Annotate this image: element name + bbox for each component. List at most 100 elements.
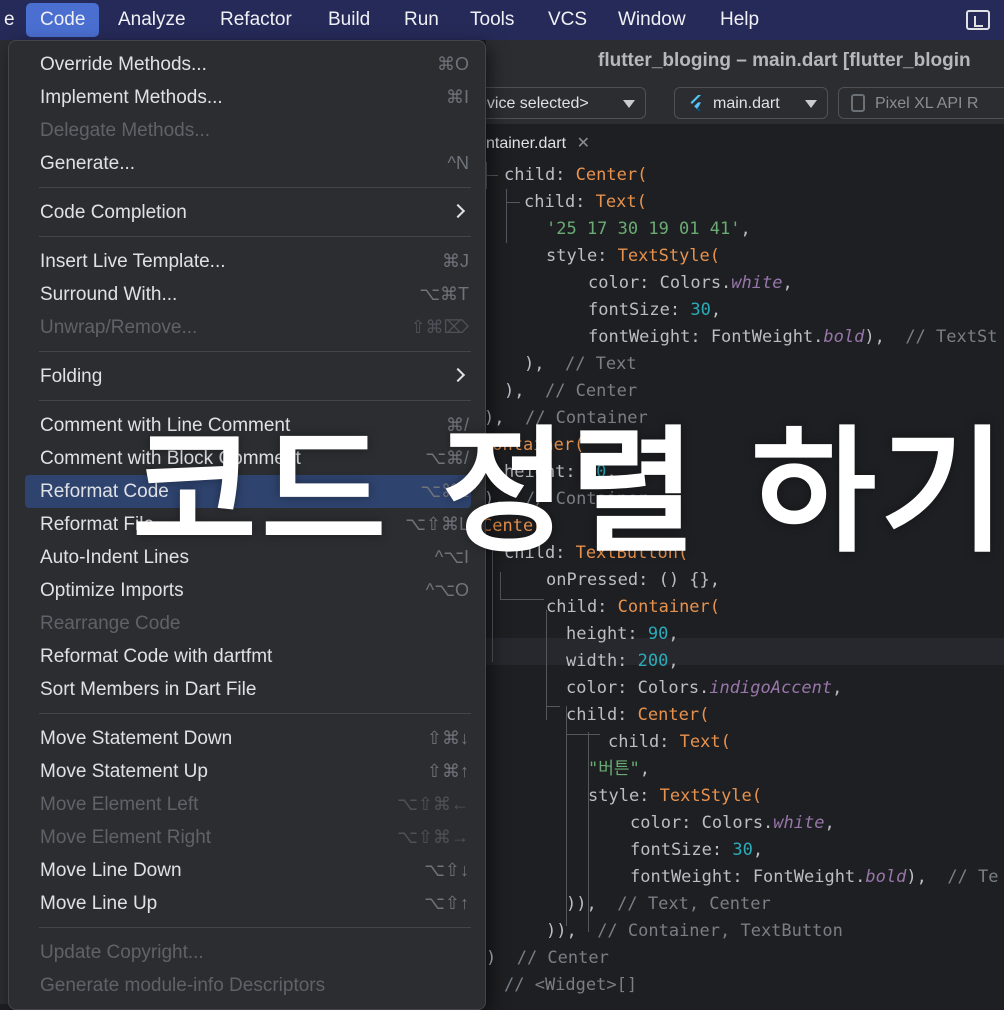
code-token: Container( — [617, 597, 721, 617]
menu-item-generate[interactable]: Generate... ^N — [25, 147, 471, 180]
code-line: // Column — [486, 999, 576, 1004]
menu-item-update-copyright: Update Copyright... — [25, 936, 471, 969]
code-line: style: TextStyle( — [588, 783, 762, 810]
menu-item-shortcut: ⌥⇧⌘← — [397, 794, 469, 814]
menubar-item-help[interactable]: Help — [706, 0, 773, 40]
code-token: // Center — [516, 948, 609, 968]
menubar-item-refactor[interactable]: Refactor — [206, 0, 306, 40]
ide-window-title: flutter_bloging – main.dart [flutter_blo… — [486, 40, 1004, 82]
menu-item-rearrange-code: Rearrange Code — [25, 607, 471, 640]
menu-item-implement-methods[interactable]: Implement Methods... ⌘I — [25, 81, 471, 114]
code-line: )), // Container, TextButton — [546, 918, 843, 945]
menu-item-reformat-code-with-dartfmt[interactable]: Reformat Code with dartfmt — [25, 640, 471, 673]
code-token: child: — [608, 732, 680, 752]
code-token: TextStyle( — [659, 786, 763, 806]
code-token: , — [824, 813, 835, 833]
menu-item-label: Reformat Code with dartfmt — [40, 646, 273, 667]
menu-item-label: Rearrange Code — [40, 613, 181, 634]
menu-item-move-statement-up[interactable]: Move Statement Up ⇧⌘↑ — [25, 755, 471, 788]
run-config-selector[interactable]: main.dart — [674, 87, 828, 119]
emulator-selector[interactable]: Pixel XL API R — [838, 87, 1004, 119]
code-token: )), — [546, 921, 598, 941]
code-token: , — [639, 759, 650, 779]
code-token: TextStyle( — [617, 246, 721, 266]
menu-item-shortcut: ⇧⌘⌦ — [410, 317, 469, 337]
code-token: child: — [566, 705, 638, 725]
code-token: , — [832, 678, 843, 698]
code-token: 30 — [732, 840, 753, 860]
code-editor[interactable]: child: Center(child: Text('25 17 30 19 0… — [486, 162, 1004, 1004]
code-line: fontWeight: FontWeight.bold), // Te — [630, 864, 999, 891]
menubar-item-window[interactable]: Window — [604, 0, 700, 40]
overlay-title: 코드 정렬 하기 — [132, 414, 1004, 572]
code-token: // Center — [544, 381, 638, 401]
menu-item-shortcut: ⌘I — [445, 87, 469, 107]
menu-item-insert-live-template[interactable]: Insert Live Template... ⌘J — [25, 245, 471, 278]
code-token: color: Colors. — [588, 273, 732, 293]
menu-separator — [39, 187, 471, 188]
menubar-item-tools[interactable]: Tools — [456, 0, 528, 40]
code-line: color: Colors.white, — [588, 270, 793, 297]
code-token: ) — [486, 948, 517, 968]
code-token: Text( — [679, 732, 731, 752]
code-line: ), // Center — [504, 378, 637, 405]
code-token: , — [710, 300, 722, 320]
code-line: // <Widget>[] — [504, 972, 637, 999]
menu-item-shortcut: ⌥⇧↑ — [424, 893, 469, 913]
menubar-item-code[interactable]: Code — [26, 3, 100, 37]
menu-item-shortcut: ⇧⌘↑ — [426, 761, 469, 781]
macos-menubar: e Code Analyze Refactor Build Run Tools VCS Wind… — [0, 0, 1004, 40]
menubar-item-e[interactable]: e — [0, 0, 29, 40]
menubar-item-vcs[interactable]: VCS — [534, 0, 601, 40]
ide-toolbar: evice selected> main.dart Pixel XL API R — [476, 82, 1004, 125]
menu-item-code-completion[interactable]: Code Completion — [25, 196, 471, 229]
code-line: )), // Text, Center — [566, 891, 771, 918]
menu-item-folding[interactable]: Folding — [25, 360, 471, 393]
menubar-item-analyze[interactable]: Analyze — [104, 0, 200, 40]
menu-item-sort-members-in-dart-file[interactable]: Sort Members in Dart File — [25, 673, 471, 706]
indent-guide — [566, 706, 567, 926]
menubar-item-run[interactable]: Run — [390, 0, 453, 40]
menu-item-unwrap-remove: Unwrap/Remove... ⇧⌘⌦ — [25, 311, 471, 344]
code-token: , — [740, 219, 751, 239]
menu-item-move-statement-down[interactable]: Move Statement Down ⇧⌘↓ — [25, 722, 471, 755]
device-selector-label: evice selected> — [478, 95, 589, 112]
code-token: // TextSt — [905, 327, 998, 347]
code-token: )), — [566, 894, 618, 914]
indent-guide — [588, 732, 589, 932]
chevron-down-icon — [805, 100, 817, 108]
menu-separator — [39, 927, 471, 928]
code-token: fontWeight: FontWeight. — [588, 327, 824, 347]
menubar-item-build[interactable]: Build — [314, 0, 384, 40]
code-token: 30 — [690, 300, 711, 320]
code-token: height: — [566, 624, 648, 644]
tab-container-dart[interactable]: ntainer.dart ✕ — [486, 124, 596, 162]
code-token: , — [668, 651, 679, 671]
menu-item-label: Generate module-info Descriptors — [40, 975, 326, 996]
menu-item-override-methods[interactable]: Override Methods... ⌘O — [25, 48, 471, 81]
menu-item-move-line-down[interactable]: Move Line Down ⌥⇧↓ — [25, 854, 471, 887]
indent-guide — [566, 734, 600, 735]
code-line: fontSize: 30, — [630, 837, 763, 864]
close-icon[interactable]: ✕ — [577, 124, 590, 164]
code-token: color: Colors. — [630, 813, 774, 833]
menu-item-label: Folding — [40, 366, 103, 387]
editor-tab-bar: ntainer.dart ✕ — [486, 124, 1004, 163]
code-line: '25 17 30 19 01 41', — [546, 216, 751, 243]
code-line: color: Colors.white, — [630, 810, 835, 837]
code-token: , — [782, 273, 793, 293]
menu-item-generate-module-info-descriptors: Generate module-info Descriptors — [25, 969, 471, 1002]
indent-guide — [546, 610, 547, 720]
window-layout-icon[interactable] — [966, 10, 990, 30]
menu-item-move-element-right: Move Element Right ⌥⇧⌘→ — [25, 821, 471, 854]
menu-item-label: Move Statement Down — [40, 728, 233, 749]
menu-item-move-line-up[interactable]: Move Line Up ⌥⇧↑ — [25, 887, 471, 920]
code-line: width: 200, — [566, 648, 679, 675]
menu-item-optimize-imports[interactable]: Optimize Imports ^⌥O — [25, 574, 471, 607]
device-selector[interactable]: evice selected> — [476, 87, 646, 119]
code-token: ), — [524, 354, 565, 374]
code-token: white — [773, 813, 825, 833]
menu-item-shortcut: ⌘O — [436, 54, 469, 74]
code-token: white — [731, 273, 783, 293]
menu-item-surround-with[interactable]: Surround With... ⌥⌘T — [25, 278, 471, 311]
